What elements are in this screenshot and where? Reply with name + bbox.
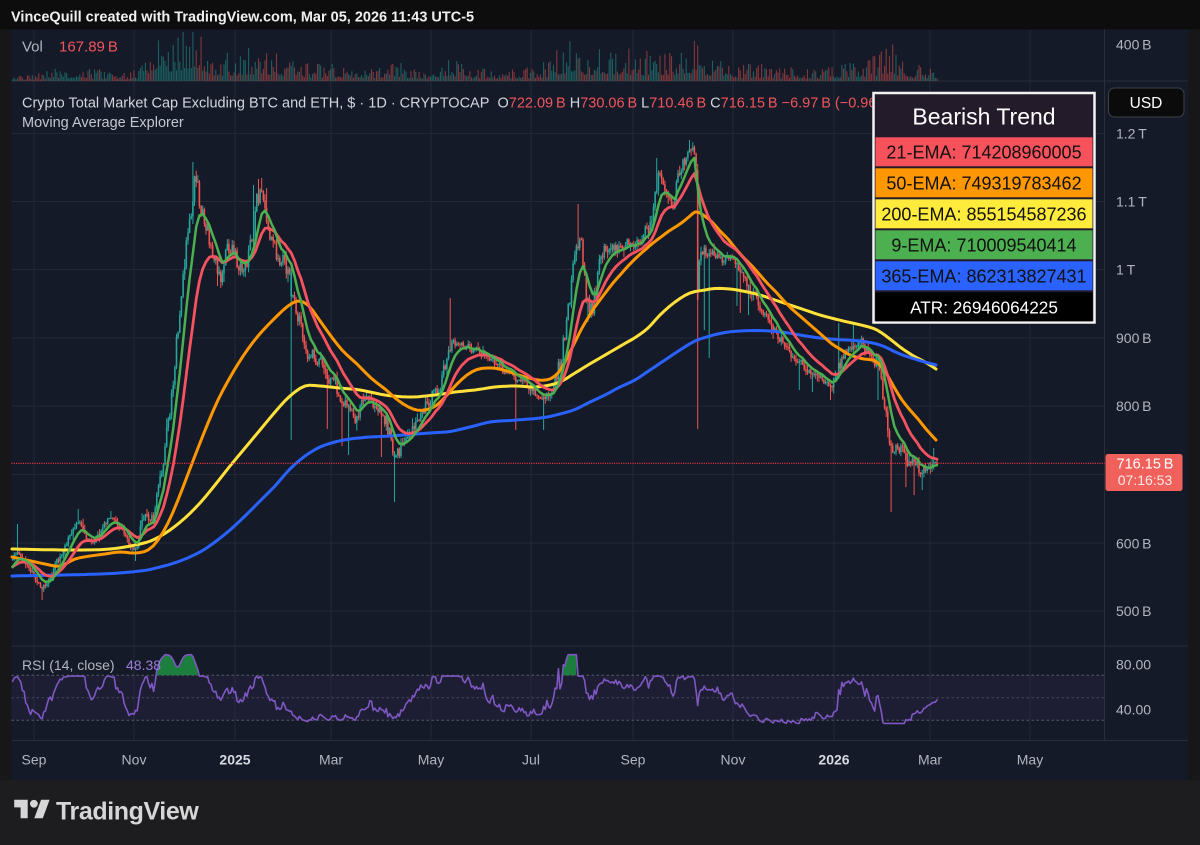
svg-text:Nov: Nov [721,752,746,768]
svg-text:May: May [1017,752,1043,768]
svg-text:May: May [418,752,444,768]
svg-text:1 T: 1 T [1116,262,1136,278]
svg-text:167.89 B: 167.89 B [59,39,118,56]
svg-text:900 B: 900 B [1116,330,1152,346]
svg-text:365-EMA: 862313827431: 365-EMA: 862313827431 [881,266,1086,286]
svg-text:716.15 B: 716.15 B [1117,457,1174,473]
svg-text:07:16:53: 07:16:53 [1118,472,1173,488]
svg-text:800 B: 800 B [1116,398,1152,414]
svg-text:200-EMA: 855154587236: 200-EMA: 855154587236 [881,204,1086,224]
svg-text:Bearish Trend: Bearish Trend [912,104,1055,130]
svg-text:Jul: Jul [522,752,540,768]
svg-text:VinceQuill created with Tradin: VinceQuill created with TradingView.com,… [11,10,474,26]
svg-text:Nov: Nov [122,752,147,768]
svg-text:1.2 T: 1.2 T [1116,126,1147,142]
svg-text:9-EMA: 710009540414: 9-EMA: 710009540414 [891,235,1076,255]
svg-text:Mar: Mar [918,752,942,768]
svg-text:48.38: 48.38 [126,657,161,673]
svg-text:Sep: Sep [22,752,47,768]
svg-text:Mar: Mar [319,752,343,768]
svg-text:600 B: 600 B [1116,535,1152,551]
svg-text:50-EMA: 749319783462: 50-EMA: 749319783462 [886,173,1081,193]
svg-text:ATR: 26946064225: ATR: 26946064225 [910,297,1058,317]
svg-text:400 B: 400 B [1116,37,1152,53]
svg-text:Crypto Total Market Cap Exclud: Crypto Total Market Cap Excluding BTC an… [22,96,894,112]
svg-text:Vol: Vol [22,39,43,56]
svg-text:21-EMA: 714208960005: 21-EMA: 714208960005 [886,142,1081,162]
svg-text:500 B: 500 B [1116,603,1152,619]
svg-text:80.00: 80.00 [1116,656,1151,672]
svg-text:USD: USD [1130,95,1163,112]
svg-text:RSI (14, close): RSI (14, close) [22,657,115,673]
svg-text:2026: 2026 [818,752,849,768]
svg-text:Sep: Sep [621,752,646,768]
svg-text:1.1 T: 1.1 T [1116,194,1147,210]
svg-text:40.00: 40.00 [1116,701,1151,717]
svg-text:TradingView: TradingView [56,798,199,826]
svg-text:2025: 2025 [219,752,250,768]
svg-text:Moving Average Explorer: Moving Average Explorer [22,115,184,131]
